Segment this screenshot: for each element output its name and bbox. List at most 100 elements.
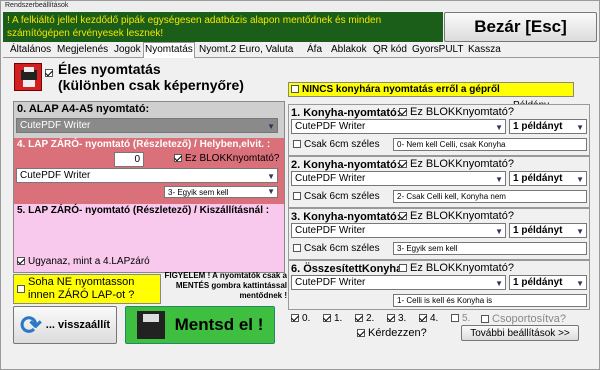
num-3-label: 3. — [398, 313, 407, 324]
chevron-down-icon: ▼ — [495, 123, 503, 132]
chevron-down-icon: ▼ — [267, 122, 275, 131]
printer-icon — [14, 63, 42, 91]
tab-kassza[interactable]: Kassza — [467, 43, 502, 58]
kitchen-6-blok-label: Ez BLOKKnyomtató? — [410, 262, 514, 274]
kitchen-2-option-value: 2- Csak Celli kell, Konyha nem — [397, 192, 506, 201]
kitchen-6-blok-checkbox[interactable]: Ez BLOKKnyomtató? — [399, 262, 514, 274]
tab-nyomt2[interactable]: Nyomt.2 — [198, 43, 237, 58]
tab-bar: Általános Megjelenés Jogok Nyomtatás Nyo… — [3, 42, 599, 58]
live-print-title: Éles nyomtatás — [58, 61, 161, 77]
section-lap-zaro-title: 4. LAP ZÁRÓ- nyomtató (Részletező) / Hel… — [17, 139, 271, 150]
kitchen-1-width-checkbox[interactable]: Csak 6cm széles — [293, 139, 380, 150]
section-lap-zaro: 4. LAP ZÁRÓ- nyomtató (Részletező) / Hel… — [14, 138, 284, 204]
kitchen-3-printer-select[interactable]: CutePDF Writer ▼ — [291, 223, 506, 238]
kitchen-3-blok-label: Ez BLOKKnyomtató? — [410, 210, 514, 222]
kitchen-6-option-value: 1- Celli is kell és Konyha is — [397, 296, 493, 305]
kitchen-1-copies-value: 1 példányt — [513, 121, 563, 132]
chevron-down-icon: ▼ — [267, 187, 275, 196]
kitchen-printer-6-label: 6. ÖsszesítettKonyha — [291, 263, 403, 275]
alap-printer-select[interactable]: CutePDF Writer ▼ — [16, 118, 278, 133]
kitchen-3-copies-value: 1 példányt — [513, 225, 563, 236]
lap-zaro-blok-checkbox[interactable]: Ez BLOKKnyomtató? — [174, 153, 280, 164]
num-1-checkbox[interactable]: 1. — [323, 313, 342, 324]
num-5-checkbox[interactable]: 5. — [451, 313, 470, 324]
section-alap-title: 0. ALAP A4-A5 nyomtató: — [17, 103, 150, 115]
kitchen-3-blok-checkbox[interactable]: Ez BLOKKnyomtató? — [399, 210, 514, 222]
kitchen-6-copies-value: 1 példányt — [513, 277, 563, 288]
tab-qr[interactable]: QR kód — [372, 43, 408, 58]
tab-altalanos[interactable]: Általános — [9, 43, 52, 58]
restore-button[interactable]: ⟳ ... visszaállít — [13, 306, 117, 344]
kitchen-3-option-value: 3- Egyik sem kell — [397, 244, 458, 253]
chevron-down-icon: ▼ — [495, 227, 503, 236]
kitchen-1-option-select[interactable]: 0- Nem kell Celli, csak Konyha — [393, 138, 587, 151]
kitchen-3-copies-select[interactable]: 1 példányt ▼ — [509, 223, 587, 238]
group-number-row: 0. 1. 2. 3. 4. 5. Csoportosítva? — [291, 313, 591, 325]
num-5-label: 5. — [462, 313, 471, 324]
kitchen-2-copies-value: 1 példányt — [513, 173, 563, 184]
save-label: Mentsd el ! — [174, 315, 264, 334]
kitchen-1-printer-select[interactable]: CutePDF Writer ▼ — [291, 119, 506, 134]
floppy-icon — [136, 311, 165, 339]
kitchen-1-blok-checkbox[interactable]: Ez BLOKKnyomtató? — [399, 106, 514, 118]
live-print-subtitle: (különben csak képernyőre) — [58, 77, 244, 93]
kitchen-2-copies-select[interactable]: 1 példányt ▼ — [509, 171, 587, 186]
kitchen-3-option-select[interactable]: 3- Egyik sem kell — [393, 242, 587, 255]
lap-zaro-option-select[interactable]: 3- Egyik sem kell ▼ — [164, 186, 278, 198]
ask-checkbox[interactable]: Kérdezzen? — [357, 327, 427, 339]
lap-zaro-blok-label: Ez BLOKKnyomtató? — [185, 153, 280, 164]
tab-euro[interactable]: Euro, Valuta — [238, 43, 294, 58]
tab-jogok[interactable]: Jogok — [113, 43, 142, 58]
tab-afa[interactable]: Áfa — [306, 43, 323, 58]
num-2-checkbox[interactable]: 2. — [355, 313, 374, 324]
kitchen-6-printer-select[interactable]: CutePDF Writer ▼ — [291, 275, 506, 290]
kitchen-2-blok-label: Ez BLOKKnyomtató? — [410, 158, 514, 170]
kitchen-2-blok-checkbox[interactable]: Ez BLOKKnyomtató? — [399, 158, 514, 170]
tab-gyorspult[interactable]: GyorsPULT — [411, 43, 465, 58]
kitchen-6-option-select[interactable]: 1- Celli is kell és Konyha is — [393, 294, 587, 307]
chevron-down-icon: ▼ — [267, 172, 275, 181]
no-kitchen-print[interactable]: NINCS konyhára nyomtatás erről a gépről — [288, 82, 574, 97]
chevron-down-icon: ▼ — [495, 175, 503, 184]
live-print-checkbox[interactable] — [45, 67, 56, 79]
left-printer-panel: 0. ALAP A4-A5 nyomtató: CutePDF Writer ▼ … — [13, 101, 285, 273]
section-kiszallitas: 5. LAP ZÁRÓ- nyomtató (Részletező) / Kis… — [14, 204, 284, 272]
never-print-box[interactable]: Soha NE nyomtasson innen ZÁRÓ LAP-ot ? — [13, 274, 161, 304]
close-button[interactable]: Bezár [Esc] — [444, 12, 597, 42]
no-kitchen-label: NINCS konyhára nyomtatás erről a gépről — [302, 84, 500, 95]
kitchen-printer-2: 2. Konyha-nyomtató: Ez BLOKKnyomtató? Cu… — [288, 156, 590, 208]
chevron-down-icon: ▼ — [576, 123, 584, 132]
window-title: Rendszerbeállítások — [1, 1, 599, 11]
kitchen-3-width-label: Csak 6cm széles — [304, 243, 380, 254]
section-kiszallitas-title: 5. LAP ZÁRÓ- nyomtató (Részletező) / Kis… — [17, 205, 270, 216]
more-settings-button[interactable]: További beállítások >> — [461, 325, 579, 341]
ask-label: Kérdezzen? — [368, 327, 427, 339]
kitchen-2-option-select[interactable]: 2- Csak Celli kell, Konyha nem — [393, 190, 587, 203]
kitchen-2-printer-value: CutePDF Writer — [295, 173, 366, 184]
kitchen-2-printer-select[interactable]: CutePDF Writer ▼ — [291, 171, 506, 186]
never-print-label: Soha NE nyomtasson innen ZÁRÓ LAP-ot ? — [28, 276, 135, 301]
chevron-down-icon: ▼ — [576, 227, 584, 236]
kitchen-3-width-checkbox[interactable]: Csak 6cm széles — [293, 243, 380, 254]
chevron-down-icon: ▼ — [576, 279, 584, 288]
num-3-checkbox[interactable]: 3. — [387, 313, 406, 324]
chevron-down-icon: ▼ — [495, 279, 503, 288]
num-1-label: 1. — [334, 313, 343, 324]
save-button[interactable]: Mentsd el ! — [125, 306, 275, 344]
never-print-checkbox[interactable] — [17, 285, 25, 293]
grouping-checkbox[interactable]: Csoportosítva? — [481, 313, 566, 325]
num-4-checkbox[interactable]: 4. — [419, 313, 438, 324]
tab-megjelenes[interactable]: Megjelenés — [56, 43, 109, 58]
tab-ablakok[interactable]: Ablakok — [330, 43, 368, 58]
kitchen-1-printer-value: CutePDF Writer — [295, 121, 366, 132]
kitchen-2-width-checkbox[interactable]: Csak 6cm széles — [293, 191, 380, 202]
kitchen-6-copies-select[interactable]: 1 példányt ▼ — [509, 275, 587, 290]
lap-zaro-printer-select[interactable]: CutePDF Writer ▼ — [16, 168, 278, 183]
live-print-label: Éles nyomtatás (különben csak képernyőre… — [58, 61, 244, 93]
kitchen-1-copies-select[interactable]: 1 példányt ▼ — [509, 119, 587, 134]
alap-printer-value: CutePDF Writer — [20, 120, 91, 131]
tab-nyomtatas[interactable]: Nyomtatás — [143, 42, 195, 58]
lap-zaro-number-input[interactable]: 0 — [114, 152, 144, 167]
same-as-4-checkbox[interactable]: Ugyanaz, mint a 4.LAPzáró — [17, 256, 150, 267]
num-0-checkbox[interactable]: 0. — [291, 313, 310, 324]
